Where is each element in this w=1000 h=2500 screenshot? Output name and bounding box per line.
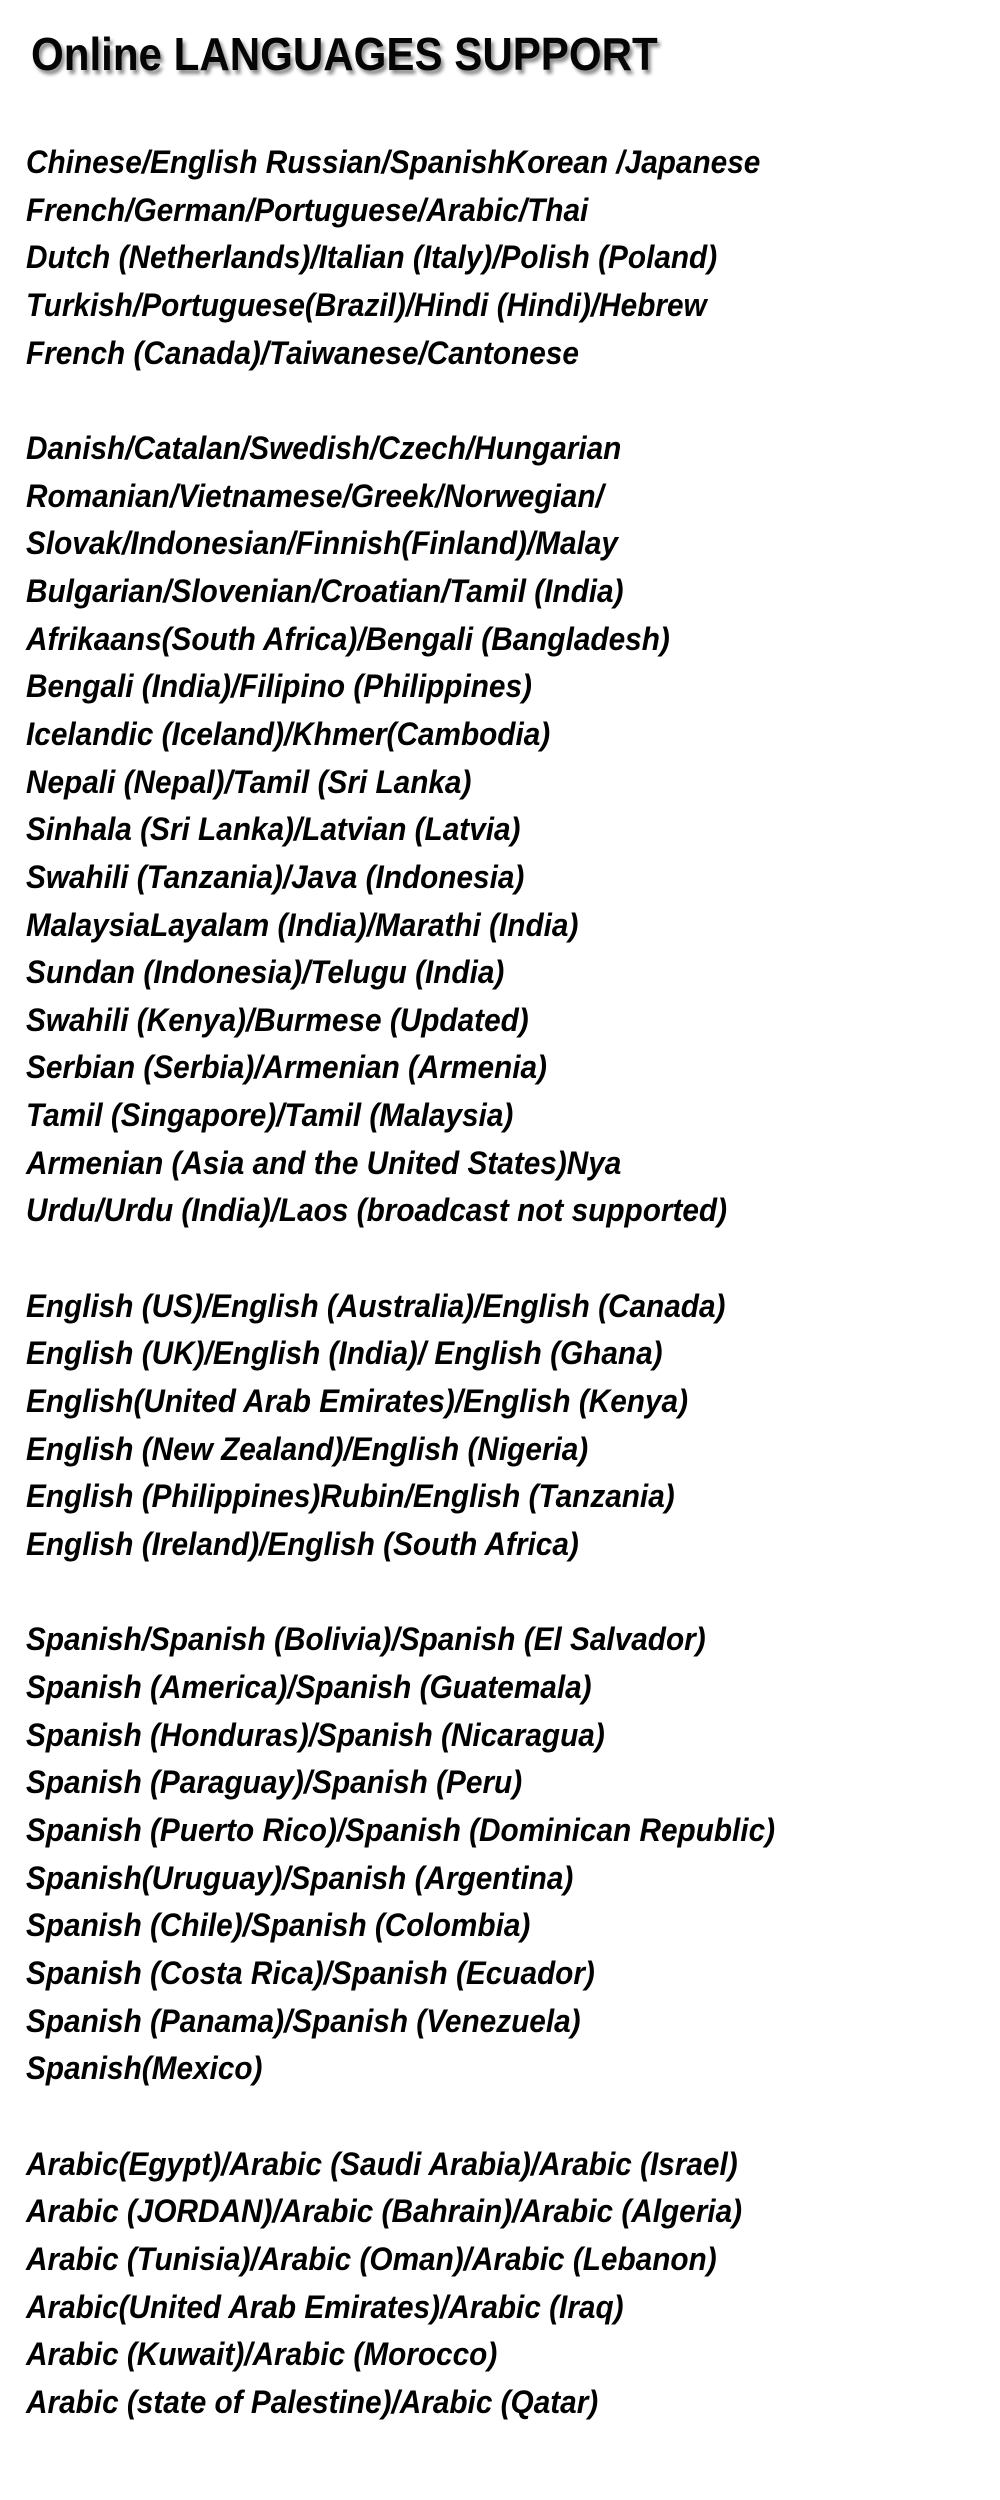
page-title: Online LANGUAGES SUPPORT — [31, 28, 658, 80]
section-spanish-variants: Spanish/Spanish (Bolivia)/Spanish (El Sa… — [26, 1616, 1000, 2093]
language-line: Urdu/Urdu (India)/Laos (broadcast not su… — [26, 1192, 728, 1229]
language-line: Arabic(Egypt)/Arabic (Saudi Arabia)/Arab… — [26, 2145, 738, 2182]
section-english-variants: English (US)/English (Australia)/English… — [26, 1283, 1000, 1569]
language-line: Bulgarian/Slovenian/Croatian/Tamil (Indi… — [26, 572, 624, 609]
language-line: Swahili (Kenya)/Burmese (Updated) — [26, 1001, 529, 1038]
language-line: French/German/Portuguese/Arabic/Thai — [26, 191, 589, 228]
language-line: English (New Zealand)/English (Nigeria) — [26, 1430, 589, 1467]
language-line: French (Canada)/Taiwanese/Cantonese — [26, 334, 579, 371]
language-line: Bengali (India)/Filipino (Philippines) — [26, 668, 532, 705]
language-line: Turkish/Portuguese(Brazil)/Hindi (Hindi)… — [26, 286, 707, 323]
language-line: Danish/Catalan/Swedish/Czech/Hungarian — [26, 429, 622, 466]
language-line: Arabic (Kuwait)/Arabic (Morocco) — [26, 2336, 498, 2373]
language-line: Spanish (Panama)/Spanish (Venezuela) — [26, 2002, 581, 2039]
language-line: Spanish (Chile)/Spanish (Colombia) — [26, 1907, 531, 1944]
language-line: English (Philippines)Rubin/English (Tanz… — [26, 1478, 675, 1515]
language-line: Tamil (Singapore)/Tamil (Malaysia) — [26, 1097, 514, 1134]
language-line: MalaysiaLayalam (India)/Marathi (India) — [26, 906, 579, 943]
language-line: Arabic (JORDAN)/Arabic (Bahrain)/Arabic … — [26, 2193, 743, 2230]
language-line: Spanish (Puerto Rico)/Spanish (Dominican… — [26, 1811, 776, 1848]
language-line: Armenian (Asia and the United States)Nya — [26, 1144, 622, 1181]
language-line: English(United Arab Emirates)/English (K… — [26, 1383, 688, 1420]
language-line: Spanish(Mexico) — [26, 2050, 263, 2087]
language-line: Spanish/Spanish (Bolivia)/Spanish (El Sa… — [26, 1621, 706, 1658]
language-line: English (UK)/English (India)/ English (G… — [26, 1335, 663, 1372]
language-line: Sundan (Indonesia)/Telugu (India) — [26, 954, 505, 991]
language-line: Slovak/Indonesian/Finnish(Finland)/Malay — [26, 525, 618, 562]
section-major-languages: Chinese/English Russian/SpanishKorean /J… — [26, 139, 1000, 377]
language-line: Spanish(Uruguay)/Spanish (Argentina) — [26, 1859, 574, 1896]
language-line: Spanish (Paraguay)/Spanish (Peru) — [26, 1764, 523, 1801]
language-line: Spanish (Honduras)/Spanish (Nicaragua) — [26, 1716, 605, 1753]
language-line: Serbian (Serbia)/Armenian (Armenia) — [26, 1049, 547, 1086]
language-line: Romanian/Vietnamese/Greek/Norwegian/ — [26, 477, 604, 514]
language-line: Arabic(United Arab Emirates)/Arabic (Ira… — [26, 2288, 624, 2325]
language-line: Chinese/English Russian/SpanishKorean /J… — [26, 144, 761, 180]
section-other-languages: Danish/Catalan/Swedish/Czech/Hungarian Ro… — [26, 425, 1000, 1235]
section-arabic-variants: Arabic(Egypt)/Arabic (Saudi Arabia)/Arab… — [26, 2141, 1000, 2427]
language-line: English (US)/English (Australia)/English… — [26, 1287, 726, 1324]
language-line: Arabic (Tunisia)/Arabic (Oman)/Arabic (L… — [26, 2240, 717, 2277]
language-line: Swahili (Tanzania)/Java (Indonesia) — [26, 858, 525, 895]
language-line: English (Ireland)/English (South Africa) — [26, 1526, 579, 1563]
language-line: Sinhala (Sri Lanka)/Latvian (Latvia) — [26, 811, 521, 848]
language-line: Arabic (state of Palestine)/Arabic (Qata… — [26, 2383, 599, 2420]
language-line: Icelandic (Iceland)/Khmer(Cambodia) — [26, 715, 551, 752]
language-line: Afrikaans(South Africa)/Bengali (Banglad… — [26, 620, 670, 657]
language-list: Chinese/English Russian/SpanishKorean /J… — [26, 139, 1000, 2427]
language-line: Dutch (Netherlands)/Italian (Italy)/Poli… — [26, 239, 718, 276]
language-line: Spanish (Costa Rica)/Spanish (Ecuador) — [26, 1954, 595, 1991]
language-line: Spanish (America)/Spanish (Guatemala) — [26, 1669, 592, 1705]
language-line: Nepali (Nepal)/Tamil (Sri Lanka) — [26, 763, 472, 800]
